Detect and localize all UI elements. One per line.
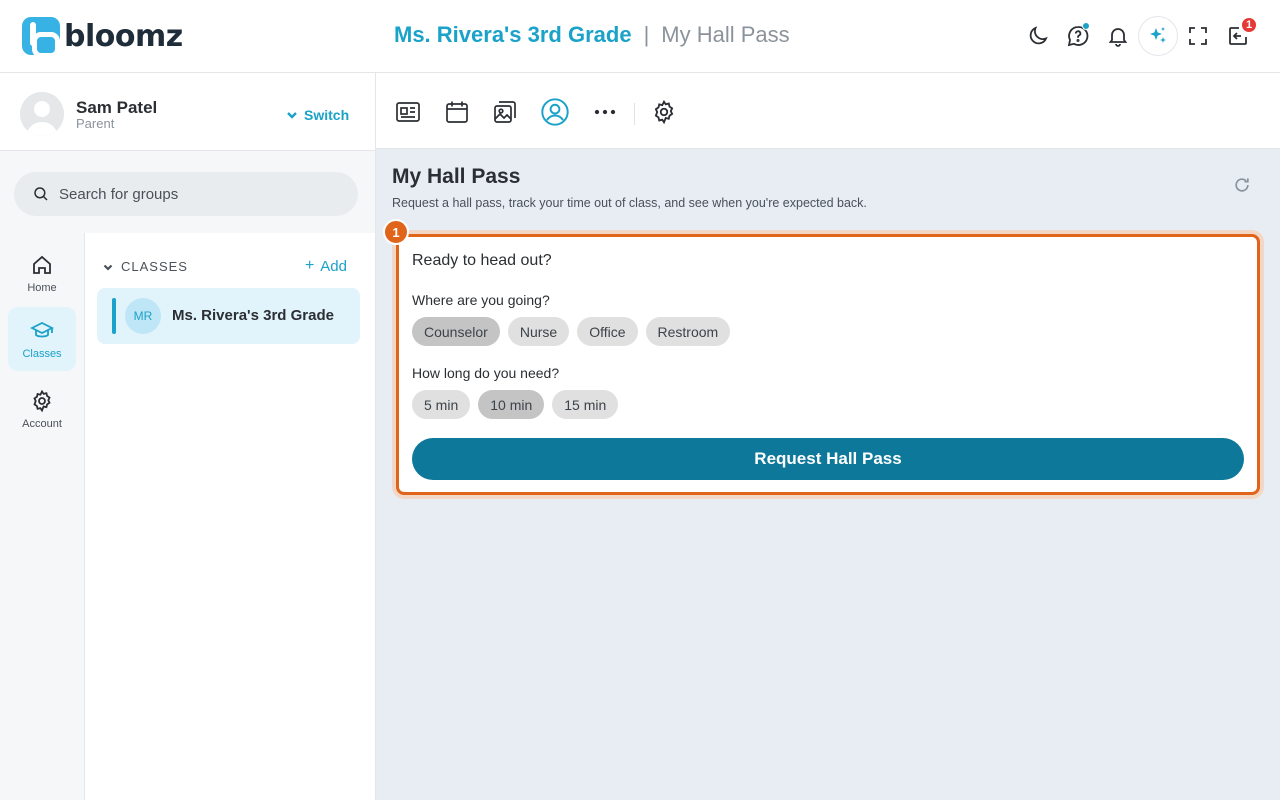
search-icon: [34, 187, 48, 201]
destination-label: Where are you going?: [412, 292, 550, 308]
nav-home-label: Home: [27, 281, 57, 294]
avatar[interactable]: [20, 92, 64, 136]
switch-label: Switch: [304, 107, 350, 123]
bell-icon: [1108, 28, 1128, 47]
gear-icon: [33, 389, 51, 412]
groups-panel: CLASSES + Add MR Ms. Rivera's 3rd Grade: [85, 233, 375, 800]
ai-assistant-button[interactable]: [1138, 16, 1178, 56]
tool-more[interactable]: [590, 97, 620, 127]
user-card: Sam Patel Parent Switch: [0, 73, 375, 151]
main-content: My Hall Pass Request a hall pass, track …: [376, 73, 1280, 800]
switch-account-button[interactable]: Switch: [286, 107, 349, 123]
add-class-label: Add: [320, 257, 347, 275]
request-hall-pass-button[interactable]: Request Hall Pass: [412, 438, 1244, 480]
header-page-title: My Hall Pass: [661, 22, 790, 47]
settings-icon: [654, 99, 674, 125]
refresh-button[interactable]: [1232, 175, 1254, 197]
header-title: Ms. Rivera's 3rd Grade | My Hall Pass: [394, 22, 790, 48]
help-button[interactable]: [1058, 14, 1098, 58]
chevron-down-icon: [287, 112, 297, 119]
add-class-button[interactable]: + Add: [305, 257, 347, 275]
page-title: My Hall Pass: [392, 165, 521, 188]
nav-home[interactable]: Home: [8, 241, 76, 305]
destination-chip-office[interactable]: Office: [577, 317, 638, 346]
step-badge: 1: [383, 219, 409, 245]
avatar-placeholder-icon: [20, 92, 64, 136]
fullscreen-icon: [1189, 27, 1207, 45]
destination-options: Counselor Nurse Office Restroom: [412, 317, 731, 346]
hall-pass-request-card: Ready to head out? Where are you going? …: [396, 234, 1260, 495]
ai-sparkle-icon: [1150, 27, 1166, 43]
news-feed-icon: [396, 102, 420, 122]
bloomz-logo[interactable]: bloomz: [22, 17, 183, 58]
moon-icon: [1029, 26, 1048, 45]
dark-mode-button[interactable]: [1018, 14, 1058, 58]
user-circle-icon: [541, 98, 569, 126]
selected-indicator: [112, 298, 116, 334]
class-name: Ms. Rivera's 3rd Grade: [172, 307, 334, 324]
refresh-icon: [1235, 178, 1249, 192]
notifications-button[interactable]: [1098, 14, 1138, 58]
top-bar: bloomz Ms. Rivera's 3rd Grade | My Hall …: [0, 0, 1280, 73]
chevron-down-icon: [103, 264, 113, 271]
calendar-icon: [446, 101, 468, 123]
tool-calendar[interactable]: [442, 97, 472, 127]
toolbar-divider: [634, 103, 635, 125]
group-search[interactable]: [14, 172, 358, 216]
nav-rail: Home Classes Account: [0, 233, 85, 800]
nav-account-label: Account: [22, 417, 62, 430]
fullscreen-button[interactable]: [1178, 14, 1218, 58]
sidebar: Sam Patel Parent Switch Home Classes Acc…: [0, 73, 376, 800]
destination-chip-counselor[interactable]: Counselor: [412, 317, 500, 346]
inbox-badge: 1: [1240, 16, 1258, 34]
home-icon: [33, 255, 51, 274]
classes-section-toggle[interactable]: CLASSES: [103, 259, 188, 274]
duration-chip-5[interactable]: 5 min: [412, 390, 471, 419]
user-name: Sam Patel: [76, 98, 158, 117]
header-group-title[interactable]: Ms. Rivera's 3rd Grade: [394, 22, 632, 48]
duration-options: 5 min 10 min 15 min: [412, 390, 619, 419]
nav-classes[interactable]: Classes: [8, 307, 76, 371]
bloomz-logo-mark: [22, 17, 60, 58]
class-avatar: MR: [125, 298, 161, 334]
user-role: Parent: [76, 116, 115, 131]
classes-section-label: CLASSES: [121, 259, 188, 274]
duration-chip-15[interactable]: 15 min: [552, 390, 619, 419]
photos-icon: [494, 101, 516, 123]
tool-settings[interactable]: [649, 97, 679, 127]
page-subtitle: Request a hall pass, track your time out…: [392, 196, 867, 210]
help-notification-dot: [1082, 22, 1090, 30]
group-toolbar: [376, 73, 1280, 149]
tool-my-hall-pass[interactable]: [540, 97, 570, 127]
graduation-cap-icon: [30, 321, 54, 337]
search-input[interactable]: [59, 185, 339, 203]
tool-photos[interactable]: [490, 97, 520, 127]
destination-chip-restroom[interactable]: Restroom: [645, 317, 731, 346]
bloomz-logo-text: bloomz: [64, 18, 183, 54]
header-actions: 1: [1018, 14, 1258, 58]
more-icon: [594, 109, 616, 115]
plus-icon: +: [304, 257, 315, 274]
nav-classes-label: Classes: [22, 347, 62, 360]
card-heading: Ready to head out?: [412, 252, 552, 269]
header-separator: |: [643, 22, 650, 47]
class-list-item[interactable]: MR Ms. Rivera's 3rd Grade: [97, 288, 360, 344]
inbox-button[interactable]: 1: [1218, 14, 1258, 58]
nav-account[interactable]: Account: [8, 377, 76, 441]
duration-chip-10[interactable]: 10 min: [478, 390, 545, 419]
tool-news-feed[interactable]: [393, 97, 423, 127]
destination-chip-nurse[interactable]: Nurse: [507, 317, 570, 346]
duration-label: How long do you need?: [412, 365, 560, 381]
